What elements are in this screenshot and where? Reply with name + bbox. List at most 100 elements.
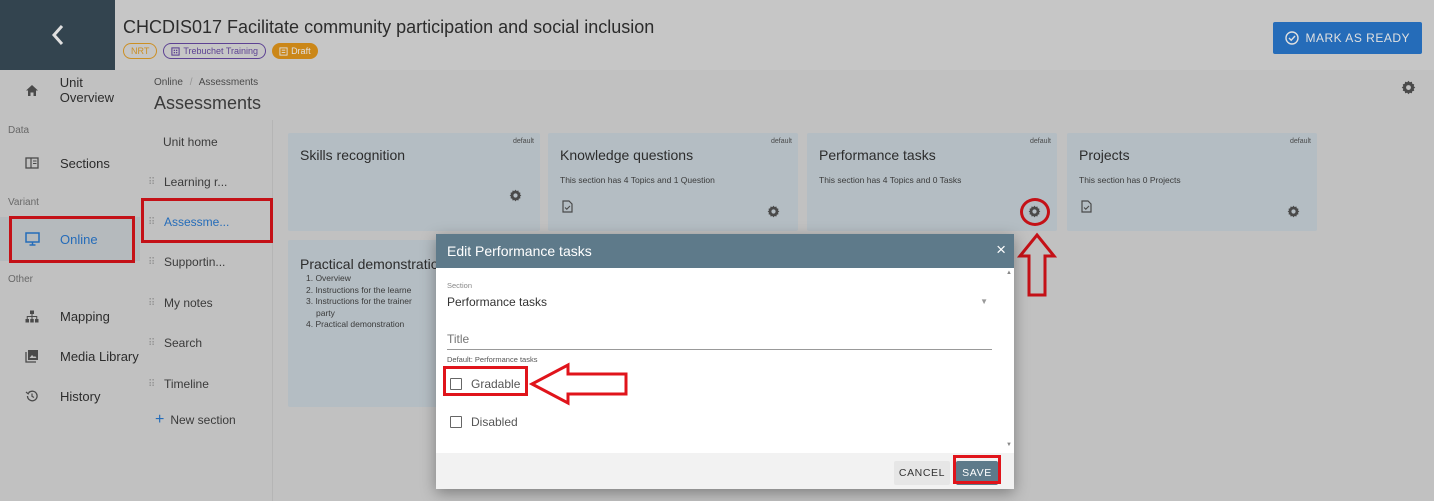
card-settings-button[interactable] [1287, 205, 1300, 218]
scroll-down-icon[interactable]: ▼ [1006, 442, 1012, 448]
section-item-timeline[interactable]: ⠿ Timeline [141, 374, 273, 394]
breadcrumb-current: Assessments [198, 77, 259, 88]
list-icon [279, 46, 288, 56]
disabled-checkbox[interactable]: Disabled [450, 415, 518, 429]
drag-handle-icon[interactable]: ⠿ [148, 379, 158, 390]
section-item-supporting[interactable]: ⠿ Supportin... [141, 252, 273, 272]
section-item-label: Learning r... [164, 175, 228, 189]
section-select[interactable]: Performance tasks [447, 295, 547, 309]
card-skills-recognition[interactable]: default Skills recognition [288, 133, 540, 231]
org-badge: Trebuchet Training [163, 43, 267, 59]
section-list: Unit home ⠿ Learning r... ⠿ Assessme... … [141, 120, 273, 501]
card-projects[interactable]: default Projects This section has 0 Proj… [1067, 133, 1317, 231]
history-icon [20, 389, 44, 403]
card-default-tag: default [1029, 138, 1051, 145]
card-document-button[interactable] [1081, 200, 1092, 213]
draft-badge: Draft [272, 43, 318, 59]
practical-topic: 3. Instructions for the trainer [306, 296, 412, 306]
card-default-tag: default [512, 138, 534, 145]
up-arrow-annotation [1017, 232, 1057, 297]
section-item-search[interactable]: ⠿ Search [141, 333, 273, 353]
left-nav: Unit Overview Data Sections Variant Onli… [0, 70, 140, 501]
sections-icon [20, 157, 44, 169]
nav-group-other: Other [8, 274, 34, 285]
check-circle-icon [1285, 31, 1300, 45]
nav-history-label: History [60, 388, 101, 404]
drag-handle-icon[interactable]: ⠿ [148, 257, 158, 268]
draft-badge-label: Draft [291, 46, 311, 56]
card-title: Projects [1079, 147, 1130, 163]
card-title: Knowledge questions [560, 147, 694, 163]
drag-handle-icon[interactable]: ⠿ [148, 177, 158, 188]
caret-down-icon[interactable]: ▼ [980, 297, 988, 306]
nav-mapping-label: Mapping [60, 308, 110, 324]
edit-section-dialog: Edit Performance tasks × ▲ Section Perfo… [436, 234, 1014, 489]
card-title: Performance tasks [819, 147, 936, 163]
card-default-tag: default [1289, 138, 1311, 145]
card-document-button[interactable] [562, 200, 573, 213]
gear-icon [1401, 80, 1416, 95]
card-practical-demonstration[interactable]: Practical demonstratio 1. Overview 2. In… [288, 240, 440, 407]
nav-group-data: Data [8, 125, 30, 136]
practical-topic: 4. Practical demonstration [306, 319, 405, 329]
section-item-label: Supportin... [164, 255, 226, 269]
gradable-highlight [443, 366, 528, 396]
nav-history[interactable]: History [0, 378, 140, 414]
nav-mapping[interactable]: Mapping [0, 298, 140, 334]
breadcrumb-separator: / [189, 77, 193, 88]
document-check-icon [1081, 200, 1092, 213]
mark-as-ready-button[interactable]: MARK AS READY [1273, 22, 1422, 54]
assessments-highlight [141, 198, 273, 243]
sitemap-icon [20, 310, 44, 323]
chevron-left-icon [51, 25, 63, 45]
breadcrumb-parent[interactable]: Online [154, 77, 183, 88]
online-highlight [9, 216, 135, 263]
unit-title: CHCDIS017 Facilitate community participa… [123, 17, 655, 37]
document-check-icon [562, 200, 573, 213]
new-section-label: New section [170, 413, 236, 427]
section-item-learning[interactable]: ⠿ Learning r... [141, 172, 273, 192]
card-performance-tasks[interactable]: default Performance tasks This section h… [807, 133, 1057, 231]
section-item-label: My notes [164, 296, 213, 310]
gear-icon [509, 189, 522, 202]
dialog-header: Edit Performance tasks × [436, 234, 1014, 268]
card-title: Practical demonstratio [300, 256, 439, 272]
cancel-button[interactable]: CANCEL [894, 461, 950, 485]
card-description: This section has 4 Topics and 0 Tasks [819, 175, 962, 185]
drag-handle-icon[interactable]: ⠿ [148, 298, 158, 309]
dialog-footer: CANCEL SAVE [436, 453, 1014, 489]
nav-group-variant: Variant [8, 197, 39, 208]
checkbox-icon[interactable] [450, 416, 462, 428]
back-button[interactable] [0, 0, 115, 70]
card-settings-button[interactable] [509, 189, 522, 202]
practical-topic: party [316, 307, 335, 318]
title-input[interactable] [447, 328, 992, 350]
section-item-unit-home[interactable]: Unit home [141, 132, 273, 152]
nav-sections[interactable]: Sections [0, 145, 140, 181]
nav-media-library[interactable]: Media Library [0, 338, 140, 374]
card-description: This section has 0 Projects [1079, 175, 1181, 185]
gear-highlight [1020, 198, 1050, 226]
section-item-my-notes[interactable]: ⠿ My notes [141, 293, 273, 313]
disabled-label: Disabled [471, 415, 518, 429]
page-settings-button[interactable] [1401, 80, 1416, 95]
card-description: This section has 4 Topics and 1 Question [560, 175, 715, 185]
gear-icon [767, 205, 780, 218]
save-highlight [953, 455, 1001, 484]
plus-icon: + [155, 411, 165, 428]
card-settings-button[interactable] [767, 205, 780, 218]
dialog-body: ▲ Section Performance tasks ▼ Default: P… [436, 268, 1014, 453]
drag-handle-icon[interactable]: ⠿ [148, 338, 158, 349]
card-knowledge-questions[interactable]: default Knowledge questions This section… [548, 133, 798, 231]
practical-topic-list: 1. Overview 2. Instructions for the lear… [306, 273, 412, 331]
new-section-button[interactable]: + New section [141, 410, 273, 430]
nav-unit-overview[interactable]: Unit Overview [0, 72, 140, 108]
dialog-title: Edit Performance tasks [447, 243, 592, 259]
nav-sections-label: Sections [60, 155, 110, 171]
scroll-up-icon[interactable]: ▲ [1006, 270, 1012, 276]
practical-topic: 2. Instructions for the learne [306, 284, 412, 295]
home-icon [20, 84, 44, 97]
card-title: Skills recognition [300, 147, 406, 163]
left-arrow-annotation [528, 362, 628, 406]
close-icon[interactable]: × [996, 240, 1006, 260]
